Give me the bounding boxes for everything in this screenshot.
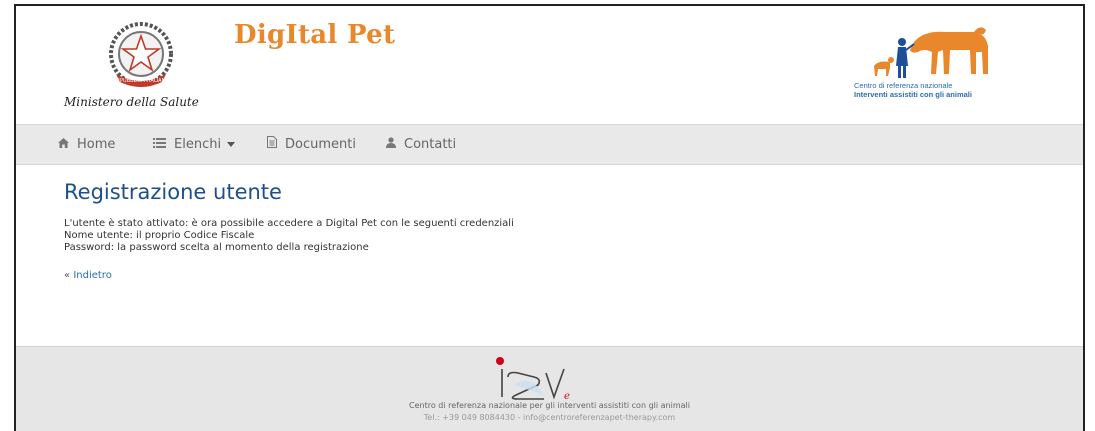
user-icon <box>386 125 396 164</box>
izsve-logo-icon: e <box>496 357 570 402</box>
nav-contatti[interactable]: Contatti <box>386 125 456 164</box>
back-link[interactable]: Indietro <box>73 270 112 281</box>
partner-subtitle: Interventi assistiti con gli animali <box>854 90 972 99</box>
main-navbar: Home Elenchi Documenti Contatti <box>16 124 1083 165</box>
document-icon <box>267 125 277 164</box>
back-prefix: « <box>64 270 71 281</box>
nav-elenchi-label: Elenchi <box>174 137 222 152</box>
nav-elenchi-dropdown[interactable]: Elenchi <box>153 125 236 164</box>
back-link-row: « Indietro <box>64 270 1044 281</box>
site-footer: e Centro di referenza nazionale per gli … <box>16 346 1083 431</box>
browser-frame: REPUBBLICA ITALIANA Ministero della Salu… <box>14 4 1085 431</box>
footer-center-name: Centro di referenza nazionale per gli in… <box>409 401 690 410</box>
footer-contact: Tel.: +39 049 8084430 - info@centrorefer… <box>423 413 676 422</box>
main-content: Registrazione utente L'utente è stato at… <box>64 180 1044 281</box>
chevron-down-icon <box>227 142 236 147</box>
activation-message: L'utente è stato attivato: è ora possibi… <box>64 218 514 229</box>
nav-documenti[interactable]: Documenti <box>267 125 356 164</box>
nav-contatti-label: Contatti <box>404 137 457 152</box>
username-info: Nome utente: il proprio Codice Fiscale <box>64 230 255 241</box>
site-header: REPUBBLICA ITALIANA Ministero della Salu… <box>16 6 1083 124</box>
nav-home[interactable]: Home <box>58 125 115 164</box>
partner-name: Centro di referenza nazionale <box>854 81 953 90</box>
italian-republic-emblem-icon: REPUBBLICA ITALIANA <box>109 22 173 87</box>
nav-documenti-label: Documenti <box>285 137 356 152</box>
partner-logo-icon <box>874 27 988 78</box>
list-icon <box>153 125 166 164</box>
password-info: Password: la password scelta al momento … <box>64 242 369 253</box>
app-title[interactable]: DigItal Pet <box>234 20 395 50</box>
nav-home-label: Home <box>77 137 116 152</box>
page-title: Registrazione utente <box>64 180 282 204</box>
home-icon <box>58 125 69 164</box>
ministry-caption: Ministero della Salute <box>64 95 199 109</box>
svg-text:REPUBBLICA ITALIANA: REPUBBLICA ITALIANA <box>113 78 169 84</box>
